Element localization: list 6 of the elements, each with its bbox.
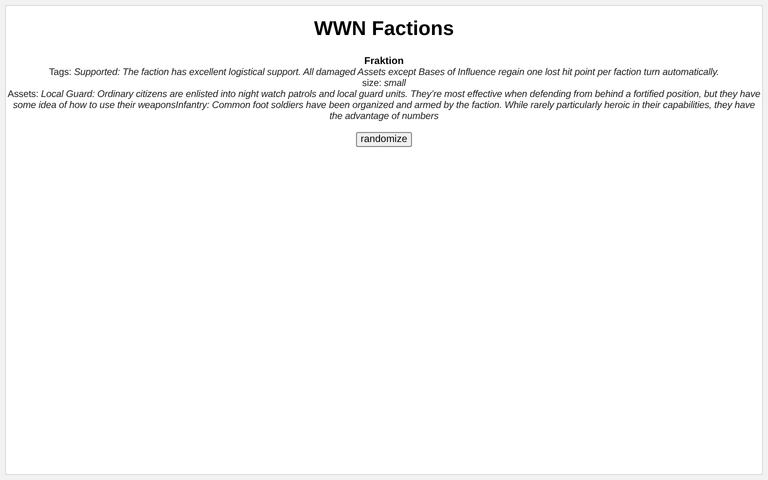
- faction-detail-text: Assets: Local Guard: Ordinary citizens are enlisted into night watch patrols and local guard units. They’re most effective when defending from behind a fortified position, but they have some idea of how to use their weaponsInfantry: Common foot soldiers have been organized and armed by the faction. While rarely particularly heroic in their capabilities, they have the advantage of numbers: [6, 89, 762, 122]
- faction-name: Fraktion: [364, 56, 404, 67]
- randomize-button[interactable]: randomize: [356, 132, 412, 147]
- page-title: WWN Factions: [314, 18, 454, 41]
- faction-detail-text: size: small: [362, 78, 406, 89]
- faction-detail-text: Tags: Supported: The faction has excellent logistical support. All damaged Assets except Bases of Influence regain one lost hit point per faction turn automatically.: [48, 67, 720, 78]
